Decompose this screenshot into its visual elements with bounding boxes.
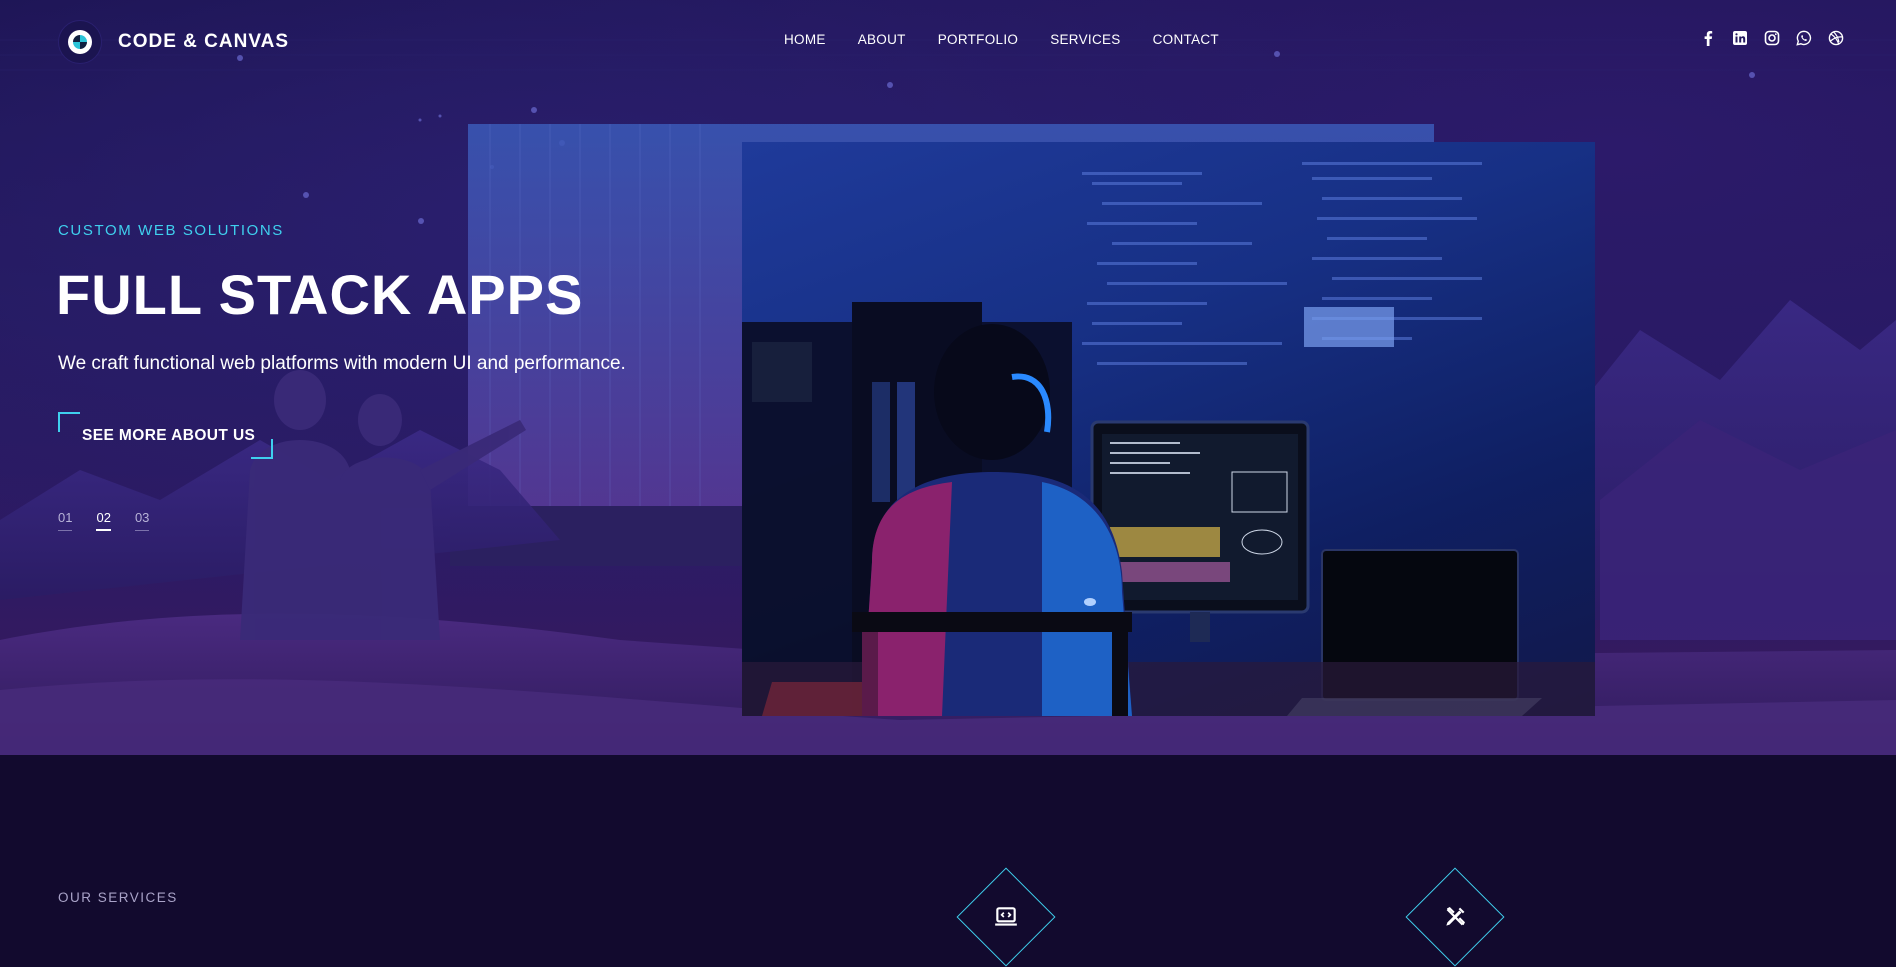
design-tools-icon	[1442, 904, 1468, 930]
nav-about[interactable]: ABOUT	[858, 32, 906, 47]
hero-subtitle: We craft functional web platforms with m…	[58, 353, 626, 374]
hero-title: FULL STACK APPS	[56, 263, 584, 326]
main-nav: HOME ABOUT PORTFOLIO SERVICES CONTACT	[784, 32, 1251, 47]
hero-photo	[742, 142, 1595, 716]
facebook-icon[interactable]	[1700, 30, 1716, 46]
social-links	[1700, 30, 1844, 46]
instagram-icon[interactable]	[1764, 30, 1780, 46]
service-web-dev-card[interactable]	[956, 867, 1056, 967]
linkedin-icon[interactable]	[1732, 30, 1748, 46]
slide-indicator-2[interactable]: 02	[96, 510, 111, 531]
brand[interactable]: CODE & CANVAS	[58, 20, 289, 64]
slide-indicator-1[interactable]: 01	[58, 510, 73, 531]
nav-portfolio[interactable]: PORTFOLIO	[938, 32, 1018, 47]
code-laptop-icon	[993, 904, 1019, 930]
nav-services[interactable]: SERVICES	[1050, 32, 1120, 47]
slide-indicator-3[interactable]: 03	[134, 510, 150, 531]
cta-label: SEE MORE ABOUT US	[82, 426, 256, 444]
service-design-card[interactable]	[1405, 867, 1505, 967]
services-label: OUR SERVICES	[58, 890, 178, 905]
nav-home[interactable]: HOME	[784, 32, 826, 47]
hero-tagline: CUSTOM WEB SOLUTIONS	[58, 222, 284, 239]
services-section: OUR SERVICES	[0, 755, 1896, 967]
brand-name: CODE & CANVAS	[118, 31, 289, 52]
site-header: CODE & CANVAS HOME ABOUT PORTFOLIO SERVI…	[0, 0, 1896, 80]
nav-contact[interactable]: CONTACT	[1153, 32, 1219, 47]
hero-section: CODE & CANVAS HOME ABOUT PORTFOLIO SERVI…	[0, 0, 1896, 755]
slide-pagination: 01 02 03	[58, 510, 150, 531]
brand-logo-icon	[58, 20, 102, 64]
dribbble-icon[interactable]	[1828, 30, 1844, 46]
whatsapp-icon[interactable]	[1796, 30, 1812, 46]
see-more-about-us-button[interactable]: SEE MORE ABOUT US	[58, 412, 273, 459]
